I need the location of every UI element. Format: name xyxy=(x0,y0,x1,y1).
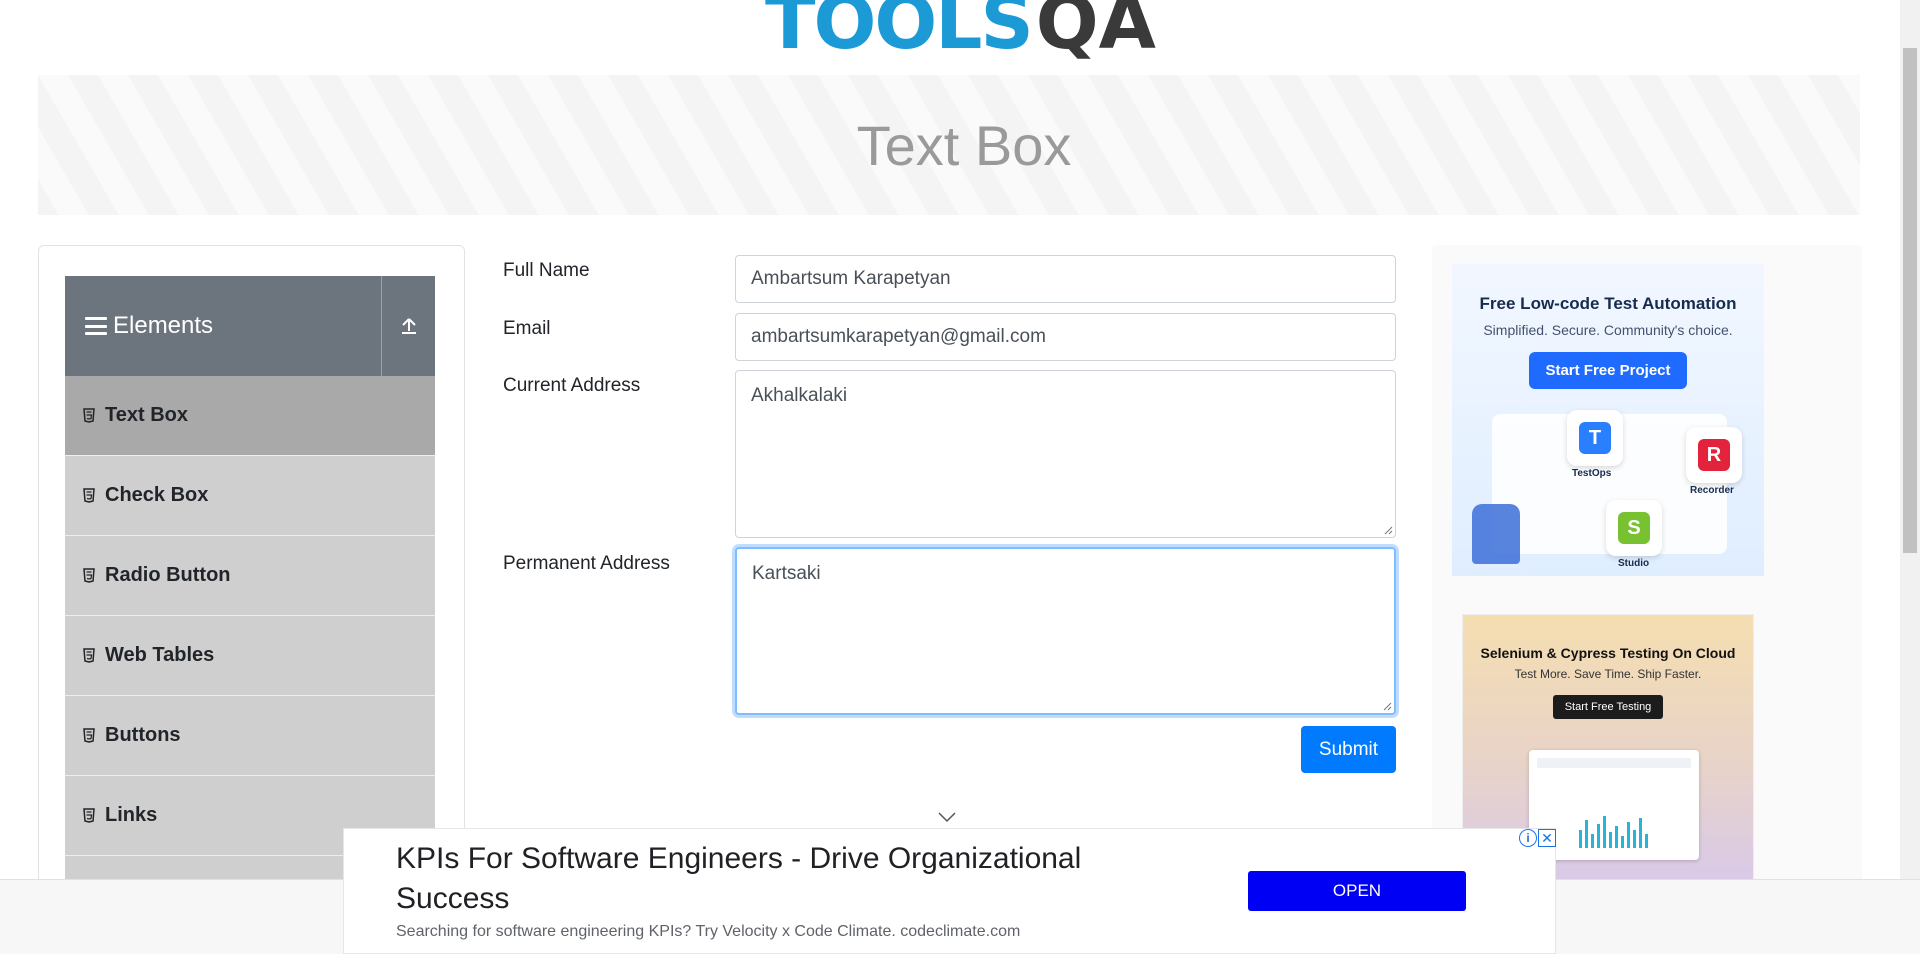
page-banner: Text Box xyxy=(38,75,1860,215)
page-title: Text Box xyxy=(856,113,1072,177)
html5-icon xyxy=(83,728,95,743)
arrow-up-icon xyxy=(401,318,416,334)
sidebar-item-buttons[interactable]: Buttons xyxy=(65,696,435,776)
sidebar-item-label: Text Box xyxy=(105,404,188,426)
resize-handle-icon[interactable] xyxy=(1382,701,1392,711)
sidebar-item-label: Web Tables xyxy=(105,644,215,666)
permanent-address-value: Kartsaki xyxy=(752,563,821,584)
ad2-subtitle: Test More. Save Time. Ship Faster. xyxy=(1514,667,1702,681)
bottom-ad-title[interactable]: KPIs For Software Engineers - Drive Orga… xyxy=(396,839,1196,919)
sidebar-item-radio-button[interactable]: Radio Button xyxy=(65,536,435,616)
bottom-banner-ad[interactable]: KPIs For Software Engineers - Drive Orga… xyxy=(343,828,1556,954)
logo-text-qa: QA xyxy=(1035,0,1156,66)
html5-icon xyxy=(83,808,95,823)
sidebar-item-label: Links xyxy=(105,804,158,826)
full-name-value: Ambartsum Karapetyan xyxy=(751,268,951,289)
testops-icon: T xyxy=(1579,422,1611,454)
ad-info-icon[interactable]: i xyxy=(1519,829,1537,847)
current-address-value: Akhalkalaki xyxy=(751,385,848,406)
sidebar-item-label: Radio Button xyxy=(105,564,231,586)
testops-app-tile: T xyxy=(1567,410,1623,466)
submit-button[interactable]: Submit xyxy=(1301,726,1396,773)
recorder-icon: R xyxy=(1698,439,1730,471)
studio-icon: S xyxy=(1618,512,1650,544)
permanent-address-textarea[interactable]: Kartsaki xyxy=(735,547,1396,715)
sidebar-item-text-box[interactable]: Text Box xyxy=(65,376,435,456)
email-input[interactable]: ambartsumkarapetyan@gmail.com xyxy=(735,313,1396,361)
robot-illustration xyxy=(1472,504,1520,564)
start-free-testing-button[interactable]: Start Free Testing xyxy=(1552,695,1664,719)
hamburger-icon xyxy=(85,317,107,335)
start-free-project-button[interactable]: Start Free Project xyxy=(1529,352,1687,389)
katalon-ad[interactable]: Free Low-code Test Automation Simplified… xyxy=(1452,264,1764,576)
sidebar-item-label: Buttons xyxy=(105,724,181,746)
recorder-app-tile: R xyxy=(1686,427,1742,483)
studio-label: Studio xyxy=(1618,558,1650,569)
page: TOOLS QA Text Box Elements Text Box Chec… xyxy=(0,0,1920,954)
toolsqa-logo[interactable]: TOOLS QA xyxy=(765,0,1156,60)
permanent-address-label: Permanent Address xyxy=(503,553,670,574)
html5-icon xyxy=(83,488,95,503)
studio-app-tile: S xyxy=(1606,500,1662,556)
sidebar-item-check-box[interactable]: Check Box xyxy=(65,456,435,536)
ad1-title: Free Low-code Test Automation xyxy=(1479,294,1737,313)
testops-label: TestOps xyxy=(1572,468,1612,479)
elements-menu-list: Text Box Check Box Radio Button Web Tabl… xyxy=(65,376,435,896)
open-button[interactable]: OPEN xyxy=(1248,871,1466,911)
sidebar-item-label: Check Box xyxy=(105,484,209,506)
scrollbar-thumb[interactable] xyxy=(1903,48,1917,553)
sidebar-item-web-tables[interactable]: Web Tables xyxy=(65,616,435,696)
elements-group-title[interactable]: Elements xyxy=(65,276,382,376)
close-icon[interactable]: ✕ xyxy=(1538,829,1556,847)
elements-group-header[interactable]: Elements xyxy=(65,276,435,376)
ad2-title: Selenium & Cypress Testing On Cloud xyxy=(1480,645,1736,661)
full-name-label: Full Name xyxy=(503,260,590,281)
current-address-label: Current Address xyxy=(503,375,641,396)
elements-group-label: Elements xyxy=(113,312,214,339)
email-label: Email xyxy=(503,318,551,339)
logo-text-tools: TOOLS xyxy=(765,0,1034,66)
html5-icon xyxy=(83,648,95,663)
ad1-subtitle: Simplified. Secure. Community's choice. xyxy=(1483,322,1733,338)
email-value: ambartsumkarapetyan@gmail.com xyxy=(751,326,1046,347)
recorder-label: Recorder xyxy=(1690,485,1734,496)
current-address-textarea[interactable]: Akhalkalaki xyxy=(735,370,1396,538)
full-name-input[interactable]: Ambartsum Karapetyan xyxy=(735,255,1396,303)
resize-handle-icon[interactable] xyxy=(1383,525,1393,535)
bottom-ad-description: Searching for software engineering KPIs?… xyxy=(396,923,1021,940)
html5-icon xyxy=(83,408,95,423)
collapse-toggle[interactable] xyxy=(382,286,435,366)
page-scrollbar[interactable] xyxy=(1900,0,1920,879)
html5-icon xyxy=(83,568,95,583)
chevron-down-icon[interactable] xyxy=(937,810,957,824)
